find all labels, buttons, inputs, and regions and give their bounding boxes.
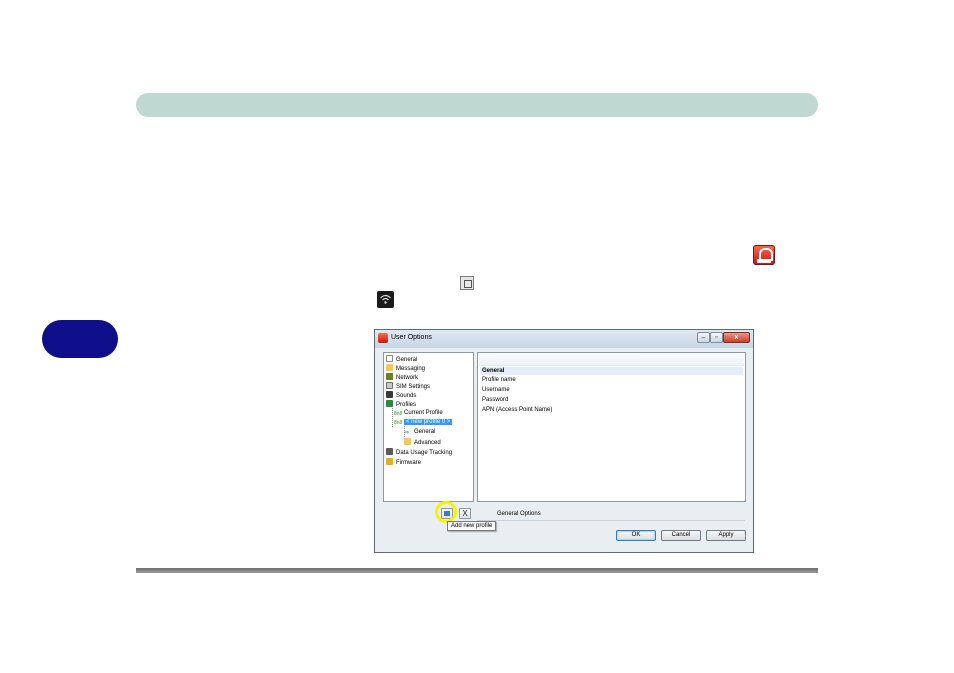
close-button[interactable]: x bbox=[723, 332, 750, 343]
tree-item-label: Messaging bbox=[396, 366, 426, 372]
tree-item-sounds[interactable]: Sounds bbox=[386, 391, 416, 400]
tree-item-label: Firmware bbox=[396, 460, 421, 466]
add-profile-tooltip: Add new profile bbox=[447, 521, 497, 531]
dialog-title: User Options bbox=[391, 334, 432, 341]
page-footer-rule bbox=[136, 568, 818, 573]
content-row-password[interactable]: Password bbox=[480, 396, 743, 404]
document-icon bbox=[386, 355, 393, 362]
user-options-dialog: User Options – ▫ x General Messaging Net… bbox=[374, 329, 754, 553]
cancel-button[interactable]: Cancel bbox=[661, 530, 701, 541]
stop-button-icon bbox=[460, 276, 474, 290]
globe-icon bbox=[386, 400, 393, 407]
tree-item-label: General bbox=[414, 429, 436, 435]
minimize-button[interactable]: – bbox=[697, 332, 710, 343]
tree-item-network[interactable]: Network bbox=[386, 373, 418, 382]
speaker-icon bbox=[386, 391, 393, 398]
tree-item-sim-settings[interactable]: SIM Settings bbox=[386, 382, 430, 391]
tree-item-profiles[interactable]: Profiles bbox=[386, 400, 416, 409]
wireless-icon bbox=[377, 291, 394, 308]
network-icon bbox=[386, 373, 393, 380]
tree-item-label: SIM Settings bbox=[396, 384, 431, 390]
profile-status-icon: 8n8 bbox=[394, 411, 403, 417]
tree-item-label: Data Usage Tracking bbox=[396, 450, 453, 456]
tree-item-current-profile[interactable]: 8n8 Current Profile bbox=[394, 409, 443, 417]
tree-item-label: General bbox=[396, 357, 418, 363]
tree-item-firmware[interactable]: Firmware bbox=[386, 458, 421, 467]
mobile-partner-app-icon bbox=[753, 245, 775, 265]
maximize-button[interactable]: ▫ bbox=[710, 332, 723, 343]
tree-item-profile-general[interactable]: ⇒ General bbox=[404, 428, 435, 436]
folder-icon bbox=[404, 438, 411, 445]
separator-line bbox=[477, 520, 745, 521]
options-tree: General Messaging Network SIM Settings S… bbox=[383, 352, 474, 502]
tree-item-messaging[interactable]: Messaging bbox=[386, 364, 425, 373]
firmware-icon bbox=[386, 458, 393, 465]
mail-icon bbox=[386, 364, 393, 371]
chapter-tab bbox=[42, 320, 118, 358]
tree-item-label: Profiles bbox=[396, 402, 417, 408]
tree-item-label-selected: < new profile 0 > bbox=[404, 419, 453, 425]
tree-item-general[interactable]: General bbox=[386, 355, 417, 364]
content-row-apn[interactable]: APN (Access Point Name) bbox=[480, 406, 743, 414]
ok-button[interactable]: OK bbox=[616, 530, 656, 541]
delete-profile-button[interactable]: X bbox=[459, 508, 471, 519]
page-header-bar bbox=[136, 93, 818, 117]
content-header bbox=[479, 353, 744, 366]
sim-card-icon bbox=[386, 382, 393, 389]
tree-item-advanced[interactable]: Advanced bbox=[404, 438, 441, 447]
tree-item-label: Sounds bbox=[396, 393, 417, 399]
content-row-username[interactable]: Username bbox=[480, 386, 743, 394]
tree-item-label: Current Profile bbox=[404, 410, 443, 416]
data-usage-icon bbox=[386, 448, 393, 455]
tree-item-label: Network bbox=[396, 375, 419, 381]
tree-item-new-profile[interactable]: 8n8 < new profile 0 > bbox=[394, 418, 453, 426]
content-row-general[interactable]: General bbox=[480, 367, 743, 375]
highlight-circle bbox=[435, 501, 457, 523]
tree-item-label: Advanced bbox=[414, 440, 441, 446]
options-content-panel: General Profile name Username Password A… bbox=[477, 352, 746, 502]
arrow-right-icon: ⇒ bbox=[404, 430, 410, 436]
apply-button[interactable]: Apply bbox=[706, 530, 746, 541]
content-row-profile-name[interactable]: Profile name bbox=[480, 376, 743, 384]
dialog-titlebar: User Options – ▫ x bbox=[375, 330, 753, 348]
general-options-label: General Options bbox=[497, 511, 541, 517]
tree-item-data-usage-tracking[interactable]: Data Usage Tracking bbox=[386, 448, 452, 457]
profile-status-icon: 8n8 bbox=[394, 420, 403, 426]
app-logo-icon bbox=[378, 333, 388, 343]
